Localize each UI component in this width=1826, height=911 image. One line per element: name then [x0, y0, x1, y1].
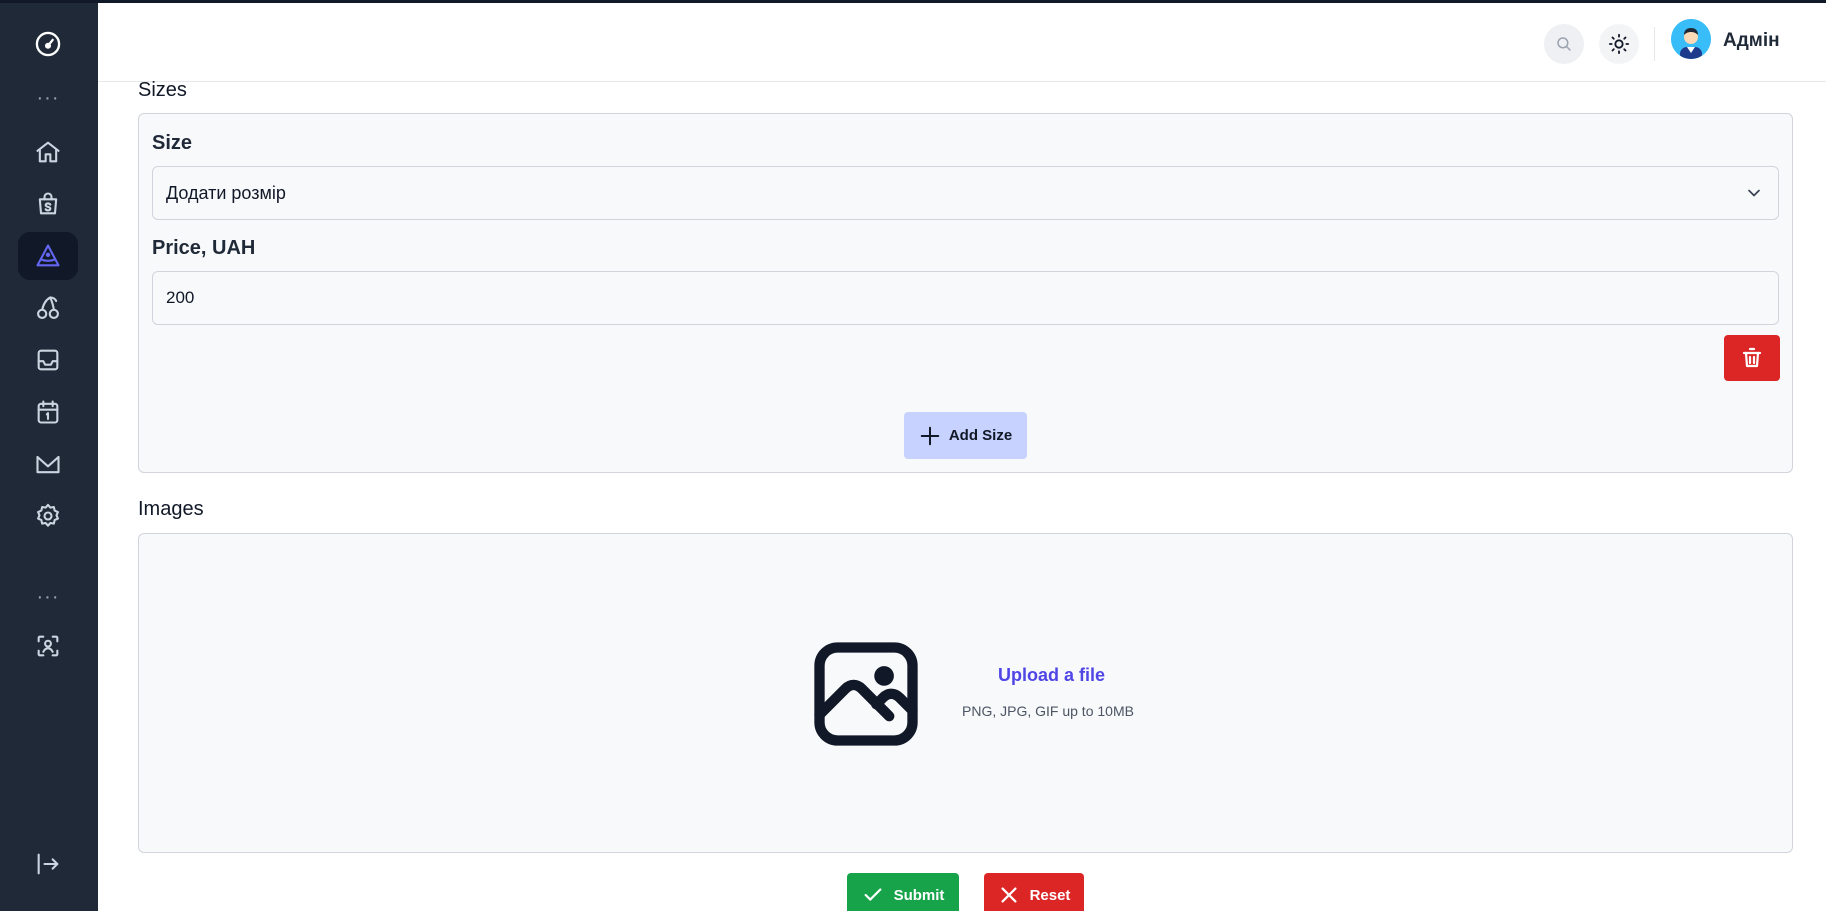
price-input[interactable] [153, 272, 1778, 324]
search-icon [1557, 37, 1571, 51]
add-size-button[interactable]: Add Size [904, 412, 1027, 459]
home-icon[interactable] [18, 128, 78, 176]
face-scan-icon[interactable] [18, 622, 78, 670]
cherries-icon[interactable] [18, 284, 78, 332]
pizza-slice-icon[interactable] [18, 232, 78, 280]
size-label: Size [152, 132, 193, 154]
delete-size-button[interactable] [1724, 335, 1780, 381]
calendar-icon[interactable] [18, 388, 78, 436]
header-divider [1654, 27, 1655, 61]
avatar-icon [1671, 19, 1711, 59]
avatar[interactable] [1671, 19, 1711, 59]
inbox-icon[interactable] [18, 336, 78, 384]
top-header: Адмін [98, 3, 1826, 82]
price-label: Price, UAH [152, 237, 256, 259]
more-dots-icon: ··· [36, 87, 60, 109]
search-button[interactable] [1544, 24, 1584, 64]
theme-toggle-button[interactable] [1599, 24, 1639, 64]
close-icon [1001, 887, 1017, 903]
submit-button[interactable]: Submit [847, 873, 959, 911]
username[interactable]: Адмін [1723, 30, 1780, 52]
shopping-bag-icon[interactable] [18, 180, 78, 228]
check-icon [864, 888, 882, 901]
size-select-value: Додати розмір [166, 183, 286, 203]
images-section-label: Images [138, 498, 204, 520]
sun-icon [1608, 33, 1630, 55]
chevron-down-icon [1748, 189, 1760, 197]
images-dropzone[interactable] [138, 533, 1793, 853]
upload-hint: PNG, JPG, GIF up to 10MB [962, 703, 1134, 719]
price-input-wrapper [152, 271, 1779, 325]
gauge-logo-icon[interactable] [18, 20, 78, 68]
plus-icon [920, 426, 940, 445]
trash-icon [1742, 347, 1762, 368]
mail-icon[interactable] [18, 440, 78, 488]
upload-file-link[interactable]: Upload a file [998, 665, 1105, 686]
image-placeholder-icon [814, 642, 918, 746]
submit-label: Submit [893, 886, 945, 904]
reset-button[interactable]: Reset [984, 873, 1084, 911]
more-dots-icon: ··· [36, 586, 60, 608]
sizes-section-label: Sizes [138, 79, 187, 101]
add-size-label: Add Size [948, 427, 1013, 444]
logout-icon[interactable] [18, 840, 78, 888]
sidebar: ··· ··· [0, 0, 98, 911]
settings-icon[interactable] [18, 492, 78, 540]
reset-label: Reset [1029, 886, 1071, 904]
size-select[interactable]: Додати розмір [152, 166, 1779, 220]
top-border [0, 0, 1826, 3]
